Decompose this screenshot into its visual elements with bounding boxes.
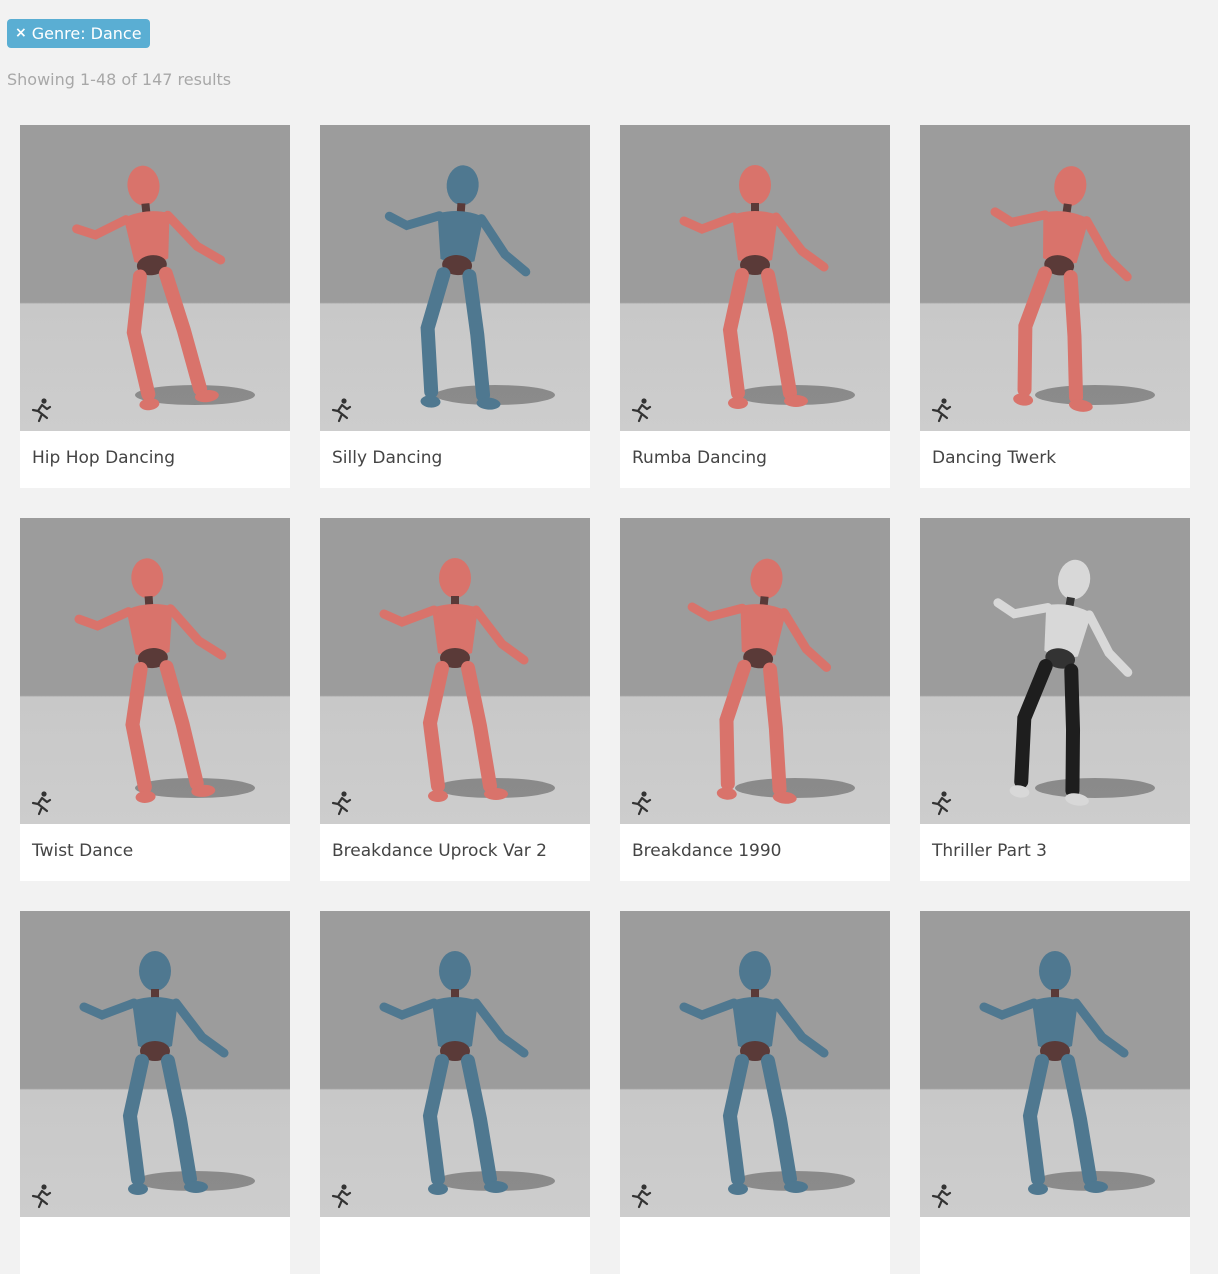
animation-card[interactable] (920, 911, 1190, 1274)
animation-thumbnail[interactable] (320, 518, 590, 824)
character-figure (379, 951, 555, 1195)
character-figure (979, 951, 1155, 1195)
character-figure (74, 558, 255, 803)
character-figure (687, 558, 855, 804)
animation-title[interactable]: Twist Dance (32, 841, 133, 861)
animation-thumbnail[interactable] (920, 911, 1190, 1217)
animation-card[interactable]: Breakdance 1990 (620, 518, 890, 881)
running-figure-icon (331, 398, 352, 423)
running-figure-icon (931, 1184, 952, 1209)
animation-thumbnail[interactable] (20, 125, 290, 431)
animation-thumbnail[interactable] (620, 518, 890, 824)
animation-title[interactable]: Rumba Dancing (632, 448, 767, 468)
running-figure-icon (31, 1184, 52, 1209)
animation-title[interactable]: Hip Hop Dancing (32, 448, 175, 468)
results-count: Showing 1-48 of 147 results (7, 70, 232, 89)
running-figure-icon (331, 1184, 352, 1209)
animation-card[interactable]: Dancing Twerk (920, 125, 1190, 488)
close-icon[interactable]: × (15, 19, 27, 48)
animation-card[interactable]: Hip Hop Dancing (20, 125, 290, 488)
animation-thumbnail[interactable] (920, 125, 1190, 431)
animation-title[interactable]: Breakdance 1990 (632, 841, 781, 861)
running-figure-icon (631, 1184, 652, 1209)
animation-thumbnail[interactable] (320, 125, 590, 431)
animation-thumbnail[interactable] (20, 518, 290, 824)
animation-card[interactable] (20, 911, 290, 1274)
character-figure (379, 558, 555, 802)
animation-card[interactable]: Thriller Part 3 (920, 518, 1190, 881)
animation-card[interactable] (620, 911, 890, 1274)
animation-title[interactable]: Dancing Twerk (932, 448, 1056, 468)
animation-title[interactable]: Breakdance Uprock Var 2 (332, 841, 547, 861)
animation-card[interactable]: Silly Dancing (320, 125, 590, 488)
character-figure (679, 165, 855, 409)
character-figure (990, 166, 1155, 412)
animation-card[interactable]: Rumba Dancing (620, 125, 890, 488)
filter-chip-label: Genre: Dance (31, 24, 142, 43)
running-figure-icon (931, 791, 952, 816)
animation-thumbnail[interactable] (920, 518, 1190, 824)
animation-thumbnail[interactable] (20, 911, 290, 1217)
character-figure (72, 165, 255, 411)
genre-filter-chip[interactable]: × Genre: Dance (7, 19, 150, 48)
running-figure-icon (31, 398, 52, 423)
character-figure (993, 559, 1155, 806)
animation-thumbnail[interactable] (620, 911, 890, 1217)
character-figure (79, 951, 255, 1195)
animation-thumbnail[interactable] (620, 125, 890, 431)
animation-thumbnail[interactable] (320, 911, 590, 1217)
character-figure (384, 165, 555, 410)
animation-card[interactable] (320, 911, 590, 1274)
animation-title[interactable]: Silly Dancing (332, 448, 442, 468)
running-figure-icon (31, 791, 52, 816)
character-figure (679, 951, 855, 1195)
running-figure-icon (931, 398, 952, 423)
animation-card[interactable]: Twist Dance (20, 518, 290, 881)
animation-title[interactable]: Thriller Part 3 (932, 841, 1047, 861)
running-figure-icon (331, 791, 352, 816)
running-figure-icon (631, 791, 652, 816)
running-figure-icon (631, 398, 652, 423)
animation-card[interactable]: Breakdance Uprock Var 2 (320, 518, 590, 881)
